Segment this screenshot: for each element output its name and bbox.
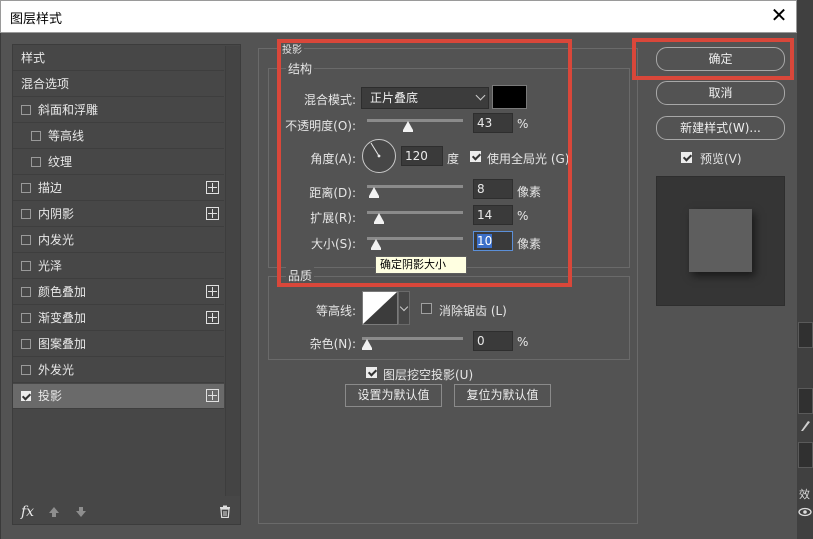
style-list-item[interactable]: 内发光 xyxy=(13,228,224,253)
style-checkbox[interactable] xyxy=(21,339,31,349)
style-list-item[interactable]: 内阴影 xyxy=(13,202,224,227)
style-item-label: 外发光 xyxy=(38,363,75,377)
highlight-structure xyxy=(277,39,572,287)
style-checkbox[interactable] xyxy=(31,131,41,141)
dialog-title: 图层样式 xyxy=(10,12,63,27)
style-item-label: 内阴影 xyxy=(38,207,75,221)
background-panel-box xyxy=(798,442,813,468)
preview-label: 预览(V) xyxy=(700,152,742,166)
preview-swatch xyxy=(689,209,752,272)
contour-dropdown[interactable] xyxy=(398,291,410,325)
style-list-item[interactable]: 纹理 xyxy=(13,150,224,175)
style-list-item[interactable]: 图案叠加 xyxy=(13,332,224,357)
style-checkbox[interactable] xyxy=(21,287,31,297)
style-list-item[interactable]: 描边 xyxy=(13,176,224,201)
make-default-button[interactable]: 设置为默认值 xyxy=(345,384,442,407)
background-panel-box xyxy=(798,388,813,414)
add-effect-icon[interactable] xyxy=(206,181,219,194)
contour-picker[interactable] xyxy=(362,291,398,325)
noise-slider-thumb[interactable] xyxy=(362,339,372,350)
style-list-item[interactable]: 斜面和浮雕 xyxy=(13,98,224,123)
style-item-label: 投影 xyxy=(38,389,63,403)
close-icon[interactable]: ✕ xyxy=(766,4,792,28)
knockout-label: 图层挖空投影(U) xyxy=(383,368,474,382)
antialias-checkbox[interactable] xyxy=(421,303,432,314)
style-list-item[interactable]: 光泽 xyxy=(13,254,224,279)
cancel-button[interactable]: 取消 xyxy=(656,81,785,105)
style-checkbox[interactable] xyxy=(21,209,31,219)
add-effect-icon[interactable] xyxy=(206,389,219,402)
style-item-label: 光泽 xyxy=(38,259,63,273)
style-checkbox[interactable] xyxy=(21,183,31,193)
antialias-label: 消除锯齿 (L) xyxy=(439,304,507,318)
knockout-checkbox[interactable] xyxy=(366,367,377,378)
style-item-label: 渐变叠加 xyxy=(38,311,87,325)
add-effect-icon[interactable] xyxy=(206,311,219,324)
style-item-label: 纹理 xyxy=(48,155,73,169)
noise-input[interactable]: 0 xyxy=(473,331,513,351)
style-checkbox[interactable] xyxy=(21,261,31,271)
reset-default-button[interactable]: 复位为默认值 xyxy=(454,384,551,407)
style-item-label: 描边 xyxy=(38,181,63,195)
style-item-label: 内发光 xyxy=(38,233,75,247)
style-checkbox[interactable] xyxy=(21,235,31,245)
style-list-item[interactable]: 颜色叠加 xyxy=(13,280,224,305)
eye-icon[interactable] xyxy=(798,506,812,518)
noise-slider-track[interactable] xyxy=(362,337,463,340)
fx-menu-button[interactable]: fx xyxy=(21,504,34,520)
style-item-label: 斜面和浮雕 xyxy=(38,103,99,117)
style-checkbox[interactable] xyxy=(21,365,31,375)
style-list-item[interactable]: 外发光 xyxy=(13,358,224,383)
arrow-down-icon[interactable] xyxy=(75,506,87,518)
highlight-ok xyxy=(632,38,794,80)
styles-header-label: 样式 xyxy=(21,51,46,65)
background-panel-box xyxy=(798,322,813,348)
style-item-label: 图案叠加 xyxy=(38,337,87,351)
chevron-down-icon xyxy=(399,302,409,312)
style-item-label: 等高线 xyxy=(48,129,85,143)
blend-options-item[interactable]: 混合选项 xyxy=(13,72,224,97)
style-checkbox[interactable] xyxy=(21,105,31,115)
noise-unit: % xyxy=(517,335,529,349)
styles-list-scrollbar[interactable] xyxy=(225,46,240,496)
contour-label: 等高线: xyxy=(315,304,356,318)
style-list-item[interactable]: 投影 xyxy=(13,384,224,409)
style-checkbox[interactable] xyxy=(31,157,41,167)
trash-icon[interactable] xyxy=(219,505,231,519)
preview-checkbox[interactable] xyxy=(681,152,692,163)
arrow-up-icon[interactable] xyxy=(48,506,60,518)
style-list-item[interactable]: 等高线 xyxy=(13,124,224,149)
blend-options-label: 混合选项 xyxy=(21,77,70,91)
add-effect-icon[interactable] xyxy=(206,207,219,220)
new-style-button[interactable]: 新建样式(W)... xyxy=(656,116,785,140)
effects-label: 效 xyxy=(799,488,810,501)
add-effect-icon[interactable] xyxy=(206,285,219,298)
title-bar xyxy=(0,0,797,33)
brush-icon[interactable] xyxy=(799,418,811,432)
style-item-label: 颜色叠加 xyxy=(38,285,87,299)
style-list-item[interactable]: 渐变叠加 xyxy=(13,306,224,331)
style-checkbox[interactable] xyxy=(21,391,31,401)
noise-label: 杂色(N): xyxy=(309,337,356,351)
style-checkbox[interactable] xyxy=(21,313,31,323)
styles-header[interactable]: 样式 xyxy=(13,46,224,71)
